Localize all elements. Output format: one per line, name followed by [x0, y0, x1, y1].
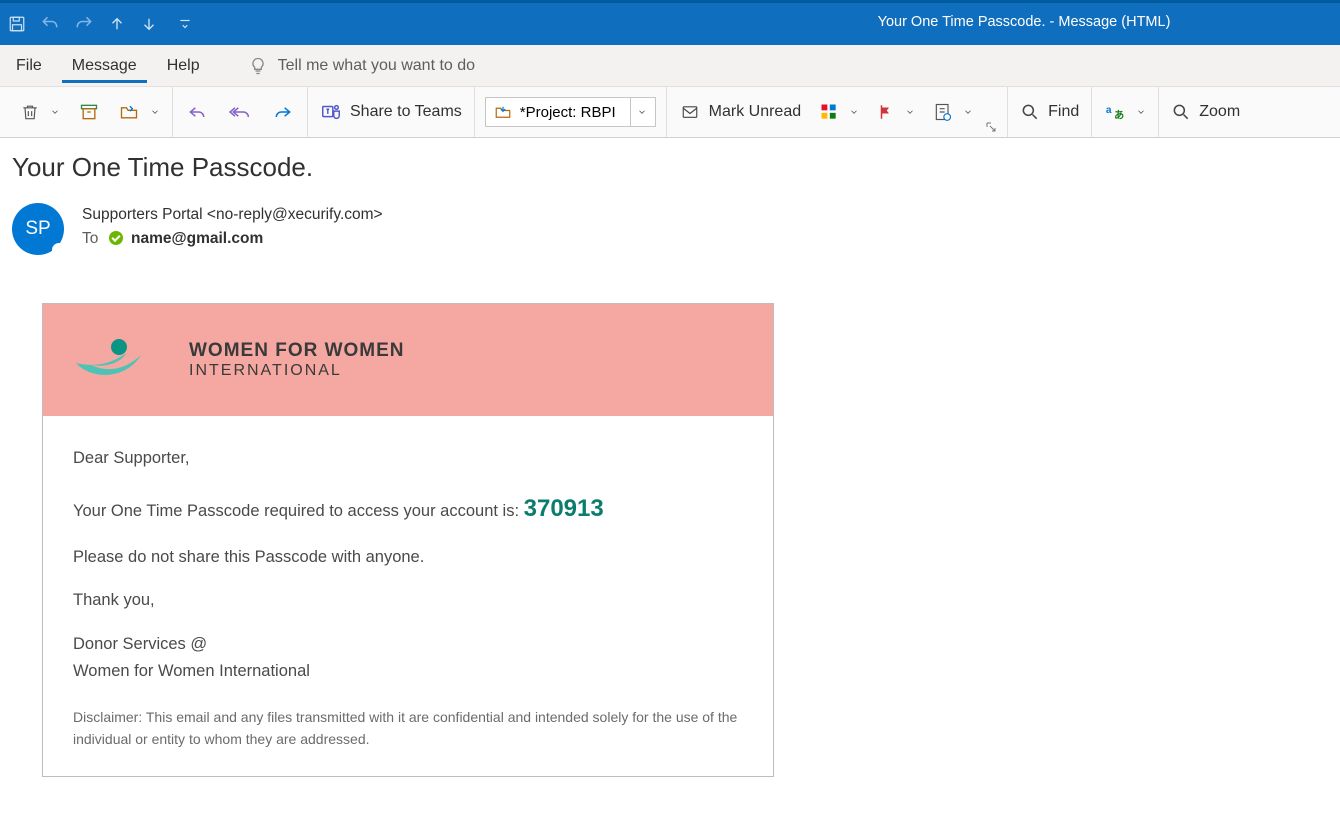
wfwi-logo-icon [71, 335, 171, 385]
share-to-teams-label: Share to Teams [350, 103, 462, 121]
wfwi-logo-text: WOMEN FOR WOMEN INTERNATIONAL [189, 340, 405, 380]
tell-me-search[interactable]: Tell me what you want to do [248, 56, 475, 76]
tags-dialog-launcher[interactable] [985, 121, 997, 133]
signature-line2: Women for Women International [73, 659, 743, 685]
reply-all-button[interactable] [225, 98, 255, 126]
dialog-launcher-icon [985, 121, 997, 133]
mark-unread-button[interactable]: Mark Unread [677, 99, 803, 125]
tab-message[interactable]: Message [62, 49, 147, 83]
sender-row: SP Supporters Portal <no-reply@xecurify.… [12, 203, 1328, 255]
save-icon[interactable] [8, 15, 26, 33]
quick-step-dropdown[interactable] [630, 98, 647, 126]
tab-help[interactable]: Help [157, 49, 210, 83]
envelope-icon [679, 103, 701, 121]
chevron-down-icon [963, 107, 973, 117]
signature-line1: Donor Services @ [73, 632, 743, 658]
otp-line: Your One Time Passcode required to acces… [73, 490, 743, 527]
lightbulb-icon [248, 56, 268, 76]
chevron-down-icon [637, 107, 647, 117]
customize-qat-icon[interactable] [178, 17, 192, 31]
group-respond [173, 87, 308, 137]
delete-button[interactable] [18, 97, 62, 127]
to-label: To [82, 230, 98, 247]
title-bar: Your One Time Passcode. - Message (HTML) [0, 0, 1340, 45]
chevron-down-icon [905, 107, 915, 117]
group-quicksteps: *Project: RBPI [475, 87, 667, 137]
group-editing: Find [1008, 87, 1092, 137]
find-label: Find [1048, 103, 1079, 121]
follow-up-button[interactable] [875, 98, 917, 126]
categorize-button[interactable] [817, 98, 861, 126]
ribbon: Share to Teams *Project: RBPI Mark Unrea… [0, 87, 1340, 138]
trash-icon [20, 101, 40, 123]
find-button[interactable]: Find [1018, 98, 1081, 126]
sender-avatar[interactable]: SP [12, 203, 64, 255]
svg-text:あ: あ [1114, 108, 1124, 121]
no-share-text: Please do not share this Passcode with a… [73, 545, 743, 571]
tab-file[interactable]: File [6, 49, 52, 83]
sender-info: Supporters Portal <no-reply@xecurify.com… [82, 203, 383, 255]
svg-text:a: a [1106, 105, 1112, 116]
reply-button[interactable] [183, 98, 211, 126]
message-header: Your One Time Passcode. SP Supporters Po… [0, 138, 1340, 777]
policy-icon [933, 102, 953, 122]
group-zoom: Zoom [1159, 87, 1252, 137]
email-body: Dear Supporter, Your One Time Passcode r… [43, 416, 773, 776]
avatar-initials: SP [25, 218, 50, 240]
logo-line2: INTERNATIONAL [189, 362, 405, 380]
previous-item-icon[interactable] [108, 14, 126, 34]
greeting-text: Dear Supporter, [73, 446, 743, 472]
archive-icon [78, 102, 100, 122]
recipient-address: name@gmail.com [131, 230, 263, 247]
tell-me-label: Tell me what you want to do [278, 57, 475, 75]
teams-icon [320, 101, 342, 123]
zoom-label: Zoom [1199, 103, 1240, 121]
mark-unread-label: Mark Unread [709, 103, 801, 121]
group-teams: Share to Teams [308, 87, 475, 137]
verified-icon [109, 231, 123, 245]
move-button[interactable] [116, 98, 162, 126]
categorize-icon [819, 102, 839, 122]
next-item-icon[interactable] [140, 14, 158, 34]
thanks-text: Thank you, [73, 588, 743, 614]
group-tags: Mark Unread [667, 87, 1008, 137]
message-subject: Your One Time Passcode. [12, 152, 1328, 183]
forward-icon [271, 102, 295, 122]
reply-all-icon [227, 102, 253, 122]
zoom-button[interactable]: Zoom [1169, 98, 1242, 126]
chevron-down-icon [50, 107, 60, 117]
forward-button[interactable] [269, 98, 297, 126]
group-translate: aあ [1092, 87, 1159, 137]
sender-name-address: Supporters Portal <no-reply@xecurify.com… [82, 203, 383, 227]
chevron-down-icon [150, 107, 160, 117]
translate-button[interactable]: aあ [1102, 97, 1148, 127]
flag-icon [877, 102, 895, 122]
quick-step-label: *Project: RBPI [520, 104, 616, 121]
chevron-down-icon [1136, 107, 1146, 117]
folder-move-icon [118, 102, 140, 122]
window-title: Your One Time Passcode. - Message (HTML) [878, 14, 1171, 30]
disclaimer-text: Disclaimer: This email and any files tra… [73, 707, 743, 750]
group-delete [8, 87, 173, 137]
quick-step-project[interactable]: *Project: RBPI [485, 97, 656, 127]
zoom-icon [1171, 102, 1191, 122]
folder-download-icon [494, 103, 512, 121]
share-to-teams-button[interactable]: Share to Teams [318, 97, 464, 127]
otp-code: 370913 [524, 495, 604, 522]
logo-line1: WOMEN FOR WOMEN [189, 340, 405, 362]
policy-button[interactable] [931, 98, 975, 126]
email-content-box: WOMEN FOR WOMEN INTERNATIONAL Dear Suppo… [42, 303, 774, 777]
search-icon [1020, 102, 1040, 122]
ribbon-tabs: File Message Help Tell me what you want … [0, 45, 1340, 87]
email-banner: WOMEN FOR WOMEN INTERNATIONAL [43, 304, 773, 416]
presence-indicator [52, 243, 66, 257]
chevron-down-icon [849, 107, 859, 117]
archive-button[interactable] [76, 98, 102, 126]
otp-intro-text: Your One Time Passcode required to acces… [73, 502, 524, 520]
translate-icon: aあ [1104, 101, 1126, 123]
quick-access-toolbar [8, 14, 192, 34]
undo-icon[interactable] [40, 14, 60, 34]
redo-icon[interactable] [74, 14, 94, 34]
reply-icon [185, 102, 209, 122]
